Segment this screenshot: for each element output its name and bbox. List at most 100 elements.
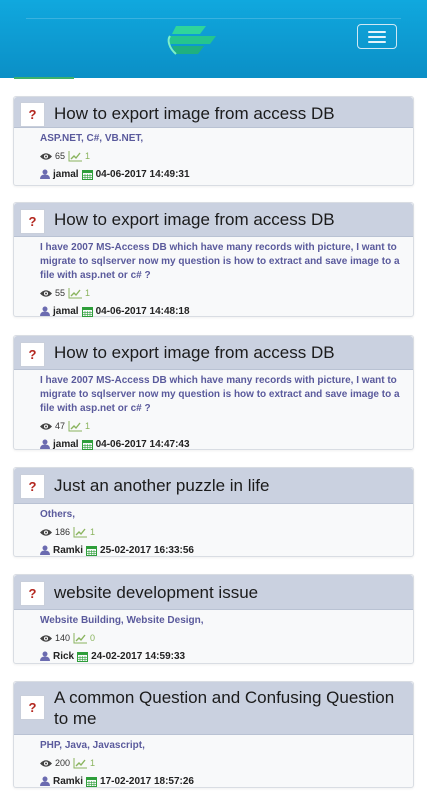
active-indicator [14, 77, 74, 79]
hamburger-icon-line [368, 30, 386, 33]
question-icon: ? [20, 581, 45, 606]
vote-count: 1 [85, 151, 91, 161]
trend-up-icon [68, 287, 83, 298]
trend-up-icon [73, 526, 88, 537]
question-title[interactable]: How to export image from access DB [54, 102, 405, 126]
user-icon [40, 651, 50, 661]
question-stats: 200 1 [40, 757, 403, 769]
post-date: 04-06-2017 14:49:31 [95, 168, 190, 180]
question-icon: ? [20, 695, 45, 720]
question-stats: 186 1 [40, 526, 403, 538]
eye-icon [40, 759, 52, 767]
question-tags: I have 2007 MS-Access DB which have many… [40, 242, 400, 281]
question-card: ? How to export image from access DB I h… [13, 202, 414, 317]
question-icon: ? [20, 102, 45, 127]
question-stats: 65 1 [40, 150, 403, 162]
author-name[interactable]: jamal [53, 306, 79, 317]
eye-icon [40, 634, 52, 642]
calendar-icon [86, 545, 98, 556]
question-card: ? How to export image from access DB ASP… [13, 96, 414, 186]
question-title[interactable]: Just an another puzzle in life [54, 473, 405, 499]
question-card: ? A common Question and Confusing Questi… [13, 681, 414, 788]
question-header: ? How to export image from access DB [14, 97, 413, 128]
trend-up-icon [73, 632, 88, 643]
author-name[interactable]: Rick [53, 651, 74, 662]
question-meta: jamal 04-06-2017 14:49:31 [40, 167, 403, 181]
question-meta: jamal 04-06-2017 14:47:43 [40, 437, 403, 451]
post-date: 04-06-2017 14:47:43 [95, 438, 190, 450]
trend-up-icon [68, 420, 83, 431]
user-icon [40, 776, 50, 786]
question-header: ? website development issue [14, 575, 413, 610]
user-icon [40, 169, 50, 179]
question-header: ? How to export image from access DB [14, 336, 413, 370]
user-icon [40, 306, 50, 316]
vote-count: 1 [90, 758, 96, 768]
question-icon: ? [20, 342, 45, 367]
post-date: 25-02-2017 16:33:56 [100, 544, 194, 556]
question-body: I have 2007 MS-Access DB which have many… [14, 237, 413, 324]
author-name[interactable]: Ramki [53, 776, 83, 787]
view-count: 140 [55, 633, 71, 643]
question-header: ? A common Question and Confusing Questi… [14, 682, 413, 735]
question-body: PHP, Java, Javascript, 200 1 Ramki 17-02… [14, 735, 413, 794]
question-icon: ? [20, 209, 45, 234]
question-tags: ASP.NET, C#, VB.NET, [40, 133, 144, 144]
question-stats: 55 1 [40, 287, 403, 299]
vote-count: 0 [90, 633, 96, 643]
question-tags: PHP, Java, Javascript, [40, 740, 145, 751]
question-title[interactable]: website development issue [54, 580, 405, 606]
view-count: 200 [55, 758, 71, 768]
post-date: 04-06-2017 14:48:18 [95, 305, 190, 317]
question-title[interactable]: A common Question and Confusing Question… [54, 687, 405, 729]
eye-icon [40, 528, 52, 536]
question-body: Others, 186 1 Ramki 25-02-2017 16:33:56 [14, 504, 413, 563]
eye-icon [40, 422, 52, 430]
question-stats: 140 0 [40, 632, 403, 644]
question-card: ? How to export image from access DB I h… [13, 335, 414, 450]
calendar-icon [81, 439, 93, 450]
post-date: 24-02-2017 14:59:33 [91, 650, 186, 662]
question-card: ? Just an another puzzle in life Others,… [13, 467, 414, 557]
question-stats: 47 1 [40, 420, 403, 432]
eye-icon [40, 289, 52, 297]
question-body: Website Building, Website Design, 140 0 … [14, 610, 413, 669]
question-meta: Rick 24-02-2017 14:59:33 [40, 649, 403, 663]
question-body: I have 2007 MS-Access DB which have many… [14, 370, 413, 457]
user-icon [40, 545, 50, 555]
calendar-icon [77, 651, 89, 662]
view-count: 186 [55, 527, 71, 537]
calendar-icon [86, 776, 98, 787]
vote-count: 1 [85, 288, 91, 298]
author-name[interactable]: Ramki [53, 545, 83, 556]
hamburger-icon-line [368, 35, 386, 38]
question-meta: jamal 04-06-2017 14:48:18 [40, 304, 403, 318]
question-header: ? Just an another puzzle in life [14, 468, 413, 504]
question-meta: Ramki 25-02-2017 16:33:56 [40, 543, 403, 557]
hamburger-icon-line [368, 40, 386, 43]
site-logo[interactable] [166, 22, 224, 58]
view-count: 47 [55, 421, 66, 431]
author-name[interactable]: jamal [53, 169, 79, 180]
question-icon: ? [20, 474, 45, 499]
logo-icon [167, 26, 216, 55]
question-tags: Website Building, Website Design, [40, 615, 204, 626]
question-body: ASP.NET, C#, VB.NET, 65 1 jamal 04-06-20… [14, 128, 413, 187]
vote-count: 1 [90, 527, 96, 537]
trend-up-icon [68, 150, 83, 161]
question-meta: Ramki 17-02-2017 18:57:26 [40, 774, 403, 788]
navbar-divider [26, 18, 401, 19]
view-count: 65 [55, 151, 66, 161]
top-navbar [0, 0, 427, 78]
question-header: ? How to export image from access DB [14, 203, 413, 237]
question-tags: Others, [40, 509, 76, 520]
author-name[interactable]: jamal [53, 439, 79, 450]
view-count: 55 [55, 288, 66, 298]
question-title[interactable]: How to export image from access DB [54, 208, 405, 232]
eye-icon [40, 152, 52, 160]
trend-up-icon [73, 757, 88, 768]
menu-toggle-button[interactable] [357, 24, 397, 49]
question-title[interactable]: How to export image from access DB [54, 341, 405, 365]
calendar-icon [81, 306, 93, 317]
post-date: 17-02-2017 18:57:26 [100, 775, 194, 787]
